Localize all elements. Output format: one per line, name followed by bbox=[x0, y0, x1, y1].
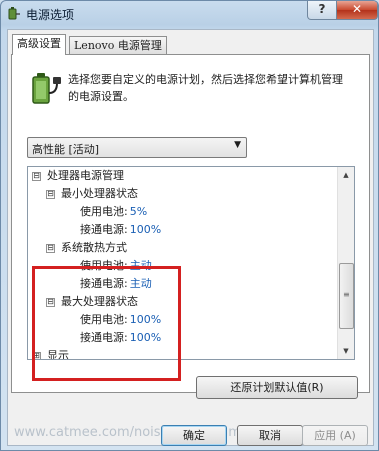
title-bar[interactable]: 电源选项 ? ✕ bbox=[1, 1, 378, 27]
power-plan-dropdown[interactable]: 高性能 [活动] ▼ bbox=[27, 137, 247, 158]
tree-item-label: 系统散热方式 bbox=[61, 241, 127, 254]
setting-label: 接通电源: bbox=[80, 223, 128, 236]
tree-item-label: 显示 bbox=[47, 349, 69, 360]
intro-text: 选择您要自定义的电源计划，然后选择您希望计算机管理的电源设置。 bbox=[68, 73, 343, 103]
tree-item-system-cooling-policy[interactable]: ⊟ 系统散热方式 bbox=[46, 239, 127, 257]
scrollbar-thumb[interactable]: ≡ bbox=[339, 263, 354, 329]
tree-item-max-processor-state[interactable]: ⊟ 最大处理器状态 bbox=[46, 293, 138, 311]
power-plan-selected: 高性能 [活动] bbox=[32, 143, 100, 156]
ok-button[interactable]: 确定 bbox=[161, 425, 227, 446]
setting-label: 使用电池: bbox=[80, 205, 128, 218]
collapse-icon[interactable]: ⊟ bbox=[46, 189, 55, 199]
collapse-icon[interactable]: ⊟ bbox=[46, 297, 55, 307]
setting-min-state-plugged[interactable]: 接通电源: 100% bbox=[80, 221, 161, 239]
setting-max-state-battery[interactable]: 使用电池: 100% bbox=[80, 311, 161, 329]
tree-item-label: 处理器电源管理 bbox=[47, 169, 124, 182]
power-options-icon bbox=[8, 7, 20, 20]
setting-label: 使用电池: bbox=[80, 313, 128, 326]
advanced-settings-panel: 选择您要自定义的电源计划，然后选择您希望计算机管理的电源设置。 高性能 [活动]… bbox=[11, 54, 370, 393]
tree-item-processor-power[interactable]: ⊟ 处理器电源管理 bbox=[32, 167, 124, 185]
scroll-up-arrow-icon[interactable]: ▲ bbox=[338, 167, 354, 183]
setting-label: 使用电池: bbox=[80, 259, 128, 272]
dialog-client-area: 高级设置 Lenovo 电源管理 选择您要自定义的电源计划，然后选择您希望计算机… bbox=[7, 29, 374, 446]
setting-label: 接通电源: bbox=[80, 331, 128, 344]
setting-value[interactable]: 主动 bbox=[130, 259, 152, 272]
battery-plug-icon bbox=[32, 73, 61, 104]
setting-value[interactable]: 5% bbox=[130, 205, 147, 218]
tree-item-label: 最大处理器状态 bbox=[61, 295, 138, 308]
tree-item-display[interactable]: ⊞ 显示 bbox=[32, 347, 69, 360]
watermark-text: www.catmee.com/noise-while-gaming/ bbox=[14, 425, 266, 440]
tree-scrollbar[interactable]: ▲ ≡ ▼ bbox=[337, 167, 354, 359]
setting-value[interactable]: 100% bbox=[130, 313, 161, 326]
setting-value[interactable]: 100% bbox=[130, 223, 161, 236]
collapse-icon[interactable]: ⊟ bbox=[46, 243, 55, 253]
setting-cooling-battery[interactable]: 使用电池: 主动 bbox=[80, 257, 152, 275]
tree-item-min-processor-state[interactable]: ⊟ 最小处理器状态 bbox=[46, 185, 138, 203]
help-button[interactable]: ? bbox=[307, 1, 337, 20]
apply-button[interactable]: 应用 (A) bbox=[302, 425, 368, 446]
setting-value[interactable]: 主动 bbox=[130, 277, 152, 290]
power-options-dialog: 电源选项 ? ✕ 高级设置 Lenovo 电源管理 选择您要自定义的电源计划，然… bbox=[0, 0, 379, 451]
tab-advanced-settings[interactable]: 高级设置 bbox=[12, 34, 66, 55]
scroll-down-arrow-icon[interactable]: ▼ bbox=[338, 343, 354, 359]
setting-label: 接通电源: bbox=[80, 277, 128, 290]
collapse-icon[interactable]: ⊟ bbox=[32, 171, 41, 181]
tree-item-label: 最小处理器状态 bbox=[61, 187, 138, 200]
window-title: 电源选项 bbox=[26, 8, 75, 22]
setting-min-state-battery[interactable]: 使用电池: 5% bbox=[80, 203, 147, 221]
power-settings-tree: ⊟ 处理器电源管理 ⊟ 最小处理器状态 使用电池: 5% 接通电源: 100% ⊟ 系统散… bbox=[27, 166, 355, 360]
cancel-button[interactable]: 取消 bbox=[237, 425, 303, 446]
close-button[interactable]: ✕ bbox=[336, 1, 378, 20]
expand-icon[interactable]: ⊞ bbox=[32, 351, 41, 359]
setting-max-state-plugged[interactable]: 接通电源: 100% bbox=[80, 329, 161, 347]
tab-lenovo-power-management[interactable]: Lenovo 电源管理 bbox=[69, 36, 167, 54]
setting-value[interactable]: 100% bbox=[130, 331, 161, 344]
setting-cooling-plugged[interactable]: 接通电源: 主动 bbox=[80, 275, 152, 293]
grip-icon: ≡ bbox=[343, 290, 350, 299]
restore-plan-defaults-button[interactable]: 还原计划默认值(R) bbox=[196, 376, 358, 399]
chevron-down-icon: ▼ bbox=[234, 140, 241, 150]
